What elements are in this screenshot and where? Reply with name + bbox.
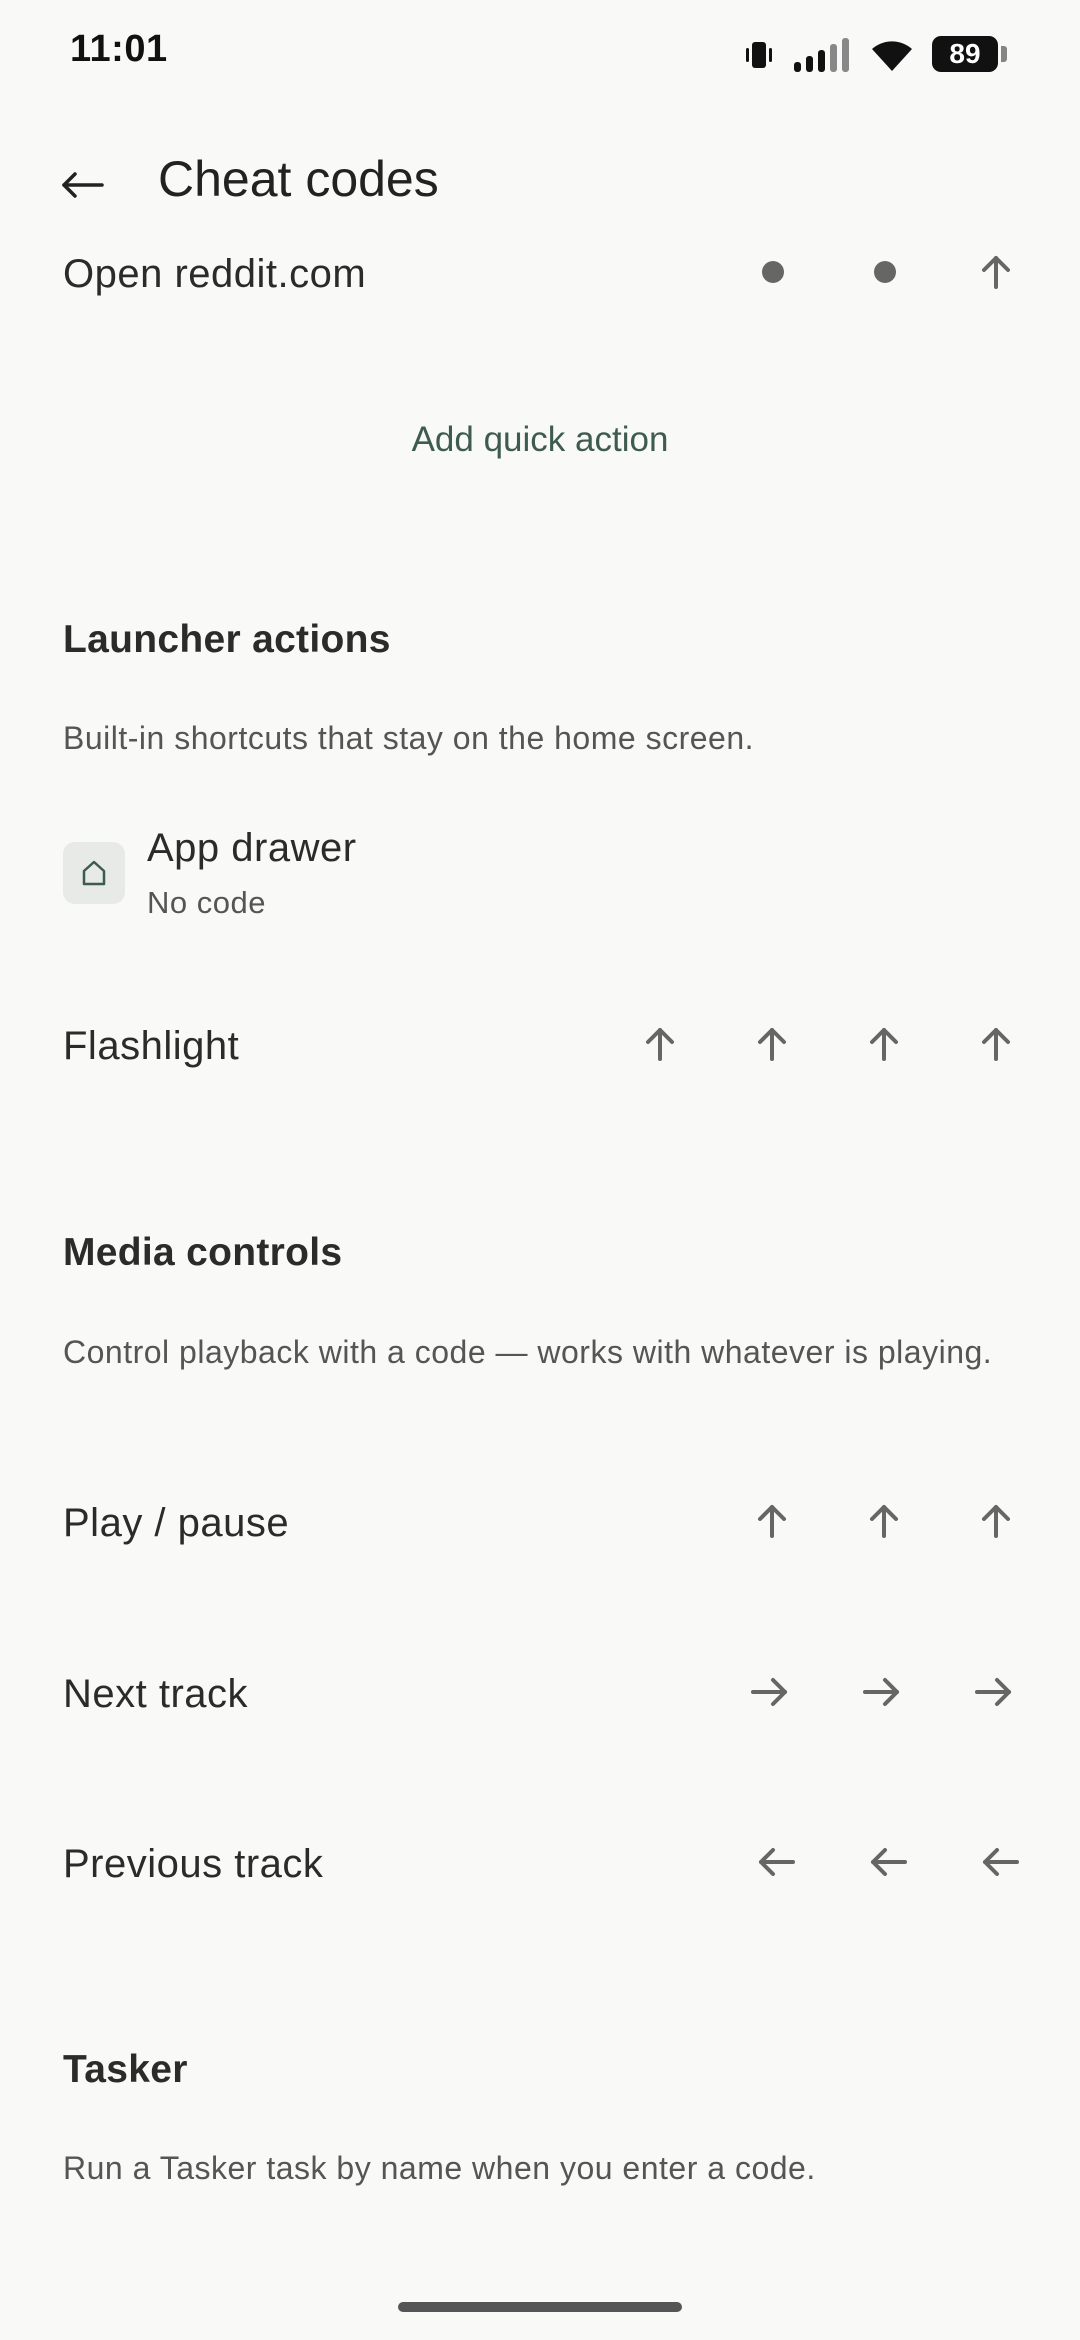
flashlight-label: Flashlight — [63, 1024, 240, 1068]
arrow-up-icon — [748, 1020, 796, 1068]
arrow-up-icon — [636, 1020, 684, 1068]
battery-icon: 89 — [932, 36, 1010, 74]
arrow-up-icon — [972, 1497, 1020, 1545]
wifi-icon — [872, 41, 912, 71]
dot-icon — [861, 248, 909, 296]
tasker-title: Tasker — [63, 2048, 188, 2091]
previous-track-row[interactable]: Previous track — [0, 1838, 1080, 1898]
home-indicator[interactable] — [398, 2302, 682, 2312]
previous-track-label: Previous track — [63, 1842, 324, 1886]
launcher-actions-description: Built-in shortcuts that stay on the home… — [63, 720, 754, 756]
dot-icon — [749, 248, 797, 296]
next-track-label: Next track — [63, 1672, 249, 1716]
play-pause-row[interactable]: Play / pause — [0, 1497, 1080, 1557]
arrow-right-icon — [746, 1668, 794, 1716]
vibrate-icon — [746, 42, 772, 68]
back-arrow-icon[interactable] — [58, 160, 108, 210]
media-controls-description: Control playback with a code — works wit… — [63, 1334, 993, 1370]
arrow-left-icon — [864, 1838, 912, 1886]
battery-level: 89 — [949, 38, 981, 69]
status-bar: 11:01 89 — [0, 0, 1080, 100]
status-time: 11:01 — [70, 28, 168, 70]
flashlight-row[interactable]: Flashlight — [0, 1020, 1080, 1080]
arrow-left-icon — [752, 1838, 800, 1886]
app-bar: Cheat codes — [0, 140, 1080, 220]
arrow-up-icon — [972, 1020, 1020, 1068]
arrow-right-icon — [970, 1668, 1018, 1716]
arrow-up-icon — [748, 1497, 796, 1545]
play-pause-label: Play / pause — [63, 1501, 290, 1545]
add-quick-action-button[interactable]: Add quick action — [0, 420, 1080, 460]
tasker-description: Run a Tasker task by name when you enter… — [63, 2150, 816, 2186]
arrow-up-icon — [972, 248, 1020, 296]
page-title: Cheat codes — [158, 151, 439, 207]
app-drawer-subtitle: No code — [147, 885, 266, 920]
next-track-row[interactable]: Next track — [0, 1668, 1080, 1728]
arrow-up-icon — [860, 1020, 908, 1068]
launcher-actions-title: Launcher actions — [63, 618, 391, 661]
arrow-up-icon — [860, 1497, 908, 1545]
signal-icon — [794, 38, 849, 72]
media-controls-title: Media controls — [63, 1231, 343, 1274]
arrow-right-icon — [858, 1668, 906, 1716]
quick-action-row[interactable]: Open reddit.com — [0, 248, 1080, 308]
home-icon — [63, 842, 125, 904]
app-drawer-title[interactable]: App drawer — [147, 826, 357, 871]
status-icons: 89 — [742, 30, 1010, 80]
quick-action-label: Open reddit.com — [63, 252, 367, 296]
arrow-left-icon — [976, 1838, 1024, 1886]
